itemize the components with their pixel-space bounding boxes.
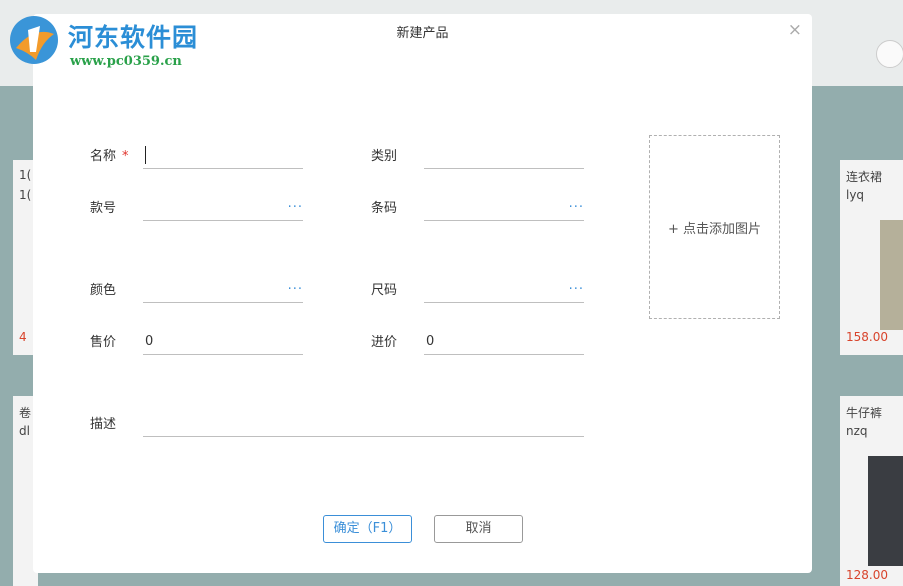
style-no-field[interactable]: ··· <box>143 196 303 221</box>
confirm-button[interactable]: 确定（F1） <box>323 515 412 543</box>
watermark-url: www.pc0359.cn <box>70 54 182 69</box>
description-label: 描述 <box>90 417 117 432</box>
style-no-more-button[interactable]: ··· <box>288 200 303 215</box>
description-field[interactable] <box>143 412 584 437</box>
sale-price-label: 售价 <box>90 335 117 350</box>
name-label: 名称 * <box>90 149 129 164</box>
name-field[interactable] <box>143 144 303 169</box>
purchase-price-label: 进价 <box>371 335 398 350</box>
product-card: 牛仔裤 nzq 128.00 <box>840 396 903 586</box>
sale-price-field[interactable]: 0 <box>143 330 303 355</box>
watermark: 河东软件园 www.pc0359.cn <box>4 8 214 72</box>
site-logo-icon <box>10 16 58 64</box>
color-more-button[interactable]: ··· <box>288 282 303 297</box>
category-field[interactable] <box>424 144 584 169</box>
product-image <box>880 220 903 330</box>
add-image-area[interactable]: + 点击添加图片 <box>649 135 780 319</box>
color-label: 颜色 <box>90 283 117 298</box>
cancel-button[interactable]: 取消 <box>434 515 523 543</box>
barcode-label: 条码 <box>371 201 398 216</box>
add-image-label: + 点击添加图片 <box>667 222 762 237</box>
close-icon[interactable]: × <box>788 20 802 40</box>
purchase-price-field[interactable]: 0 <box>424 330 584 355</box>
product-card: 连衣裙 lyq 158.00 <box>840 160 903 355</box>
size-field[interactable]: ··· <box>424 278 584 303</box>
new-product-dialog: 新建产品 × 名称 * 类别 款号 ··· 条码 ··· 颜色 ··· 尺码 ··… <box>33 14 812 573</box>
category-label: 类别 <box>371 149 398 164</box>
text-cursor <box>145 146 146 164</box>
size-label: 尺码 <box>371 283 398 298</box>
search-icon <box>876 40 903 68</box>
barcode-field[interactable]: ··· <box>424 196 584 221</box>
barcode-more-button[interactable]: ··· <box>569 200 584 215</box>
size-more-button[interactable]: ··· <box>569 282 584 297</box>
required-mark: * <box>122 149 129 164</box>
watermark-title: 河东软件园 <box>68 23 199 52</box>
color-field[interactable]: ··· <box>143 278 303 303</box>
style-no-label: 款号 <box>90 201 117 216</box>
product-image <box>868 456 903 566</box>
